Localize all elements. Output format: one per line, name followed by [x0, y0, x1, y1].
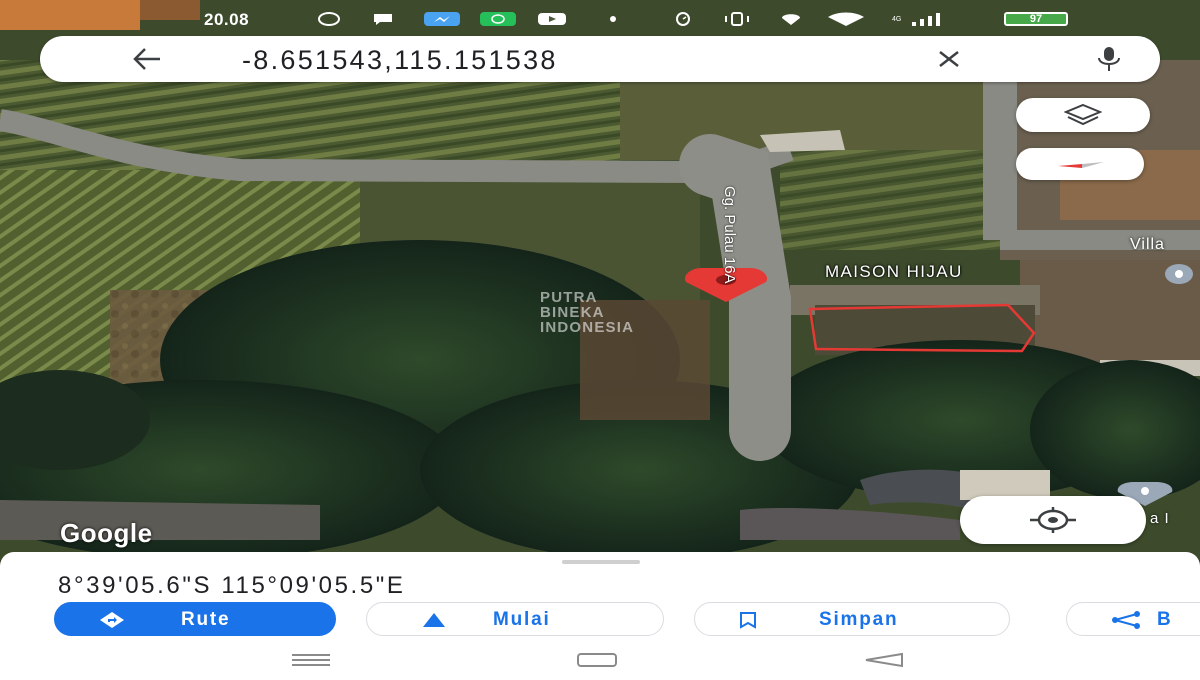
bookmark-icon: [740, 612, 756, 629]
battery-indicator: 97: [1004, 12, 1068, 26]
menu-icon[interactable]: [290, 652, 332, 668]
wifi-icon: [828, 12, 864, 26]
share-label: B: [1157, 609, 1173, 630]
signal-icon: 4G: [892, 13, 940, 26]
place-label-villa[interactable]: Villa: [1130, 236, 1165, 254]
youtube-icon: [538, 13, 566, 25]
notification-dot-icon: [610, 16, 616, 22]
parcel-outline: [808, 303, 1036, 353]
satellite-map[interactable]: Gg. Pulau 16A MAISON HIJAU Villa a I PUT…: [0, 0, 1200, 560]
clear-icon[interactable]: [936, 46, 962, 72]
back-arrow-icon[interactable]: [132, 46, 162, 72]
road-label: Gg. Pulau 16A: [721, 186, 738, 284]
satellite-imagery: [0, 0, 1200, 560]
watermark-line-3: INDONESIA: [540, 319, 635, 336]
directions-label: Rute: [181, 609, 231, 630]
alarm-icon: [676, 12, 690, 26]
search-bar[interactable]: -8.651543,115.151538: [40, 36, 1160, 82]
my-location-button[interactable]: [960, 496, 1146, 544]
watermark: PUTRA BINEKA INDONESIA: [540, 290, 634, 335]
start-label: Mulai: [493, 609, 551, 630]
google-attribution: Google: [60, 518, 153, 548]
directions-button[interactable]: Rute: [54, 602, 336, 636]
whatsapp-icon: [480, 12, 516, 26]
status-bar: 20.08 4G 97: [0, 0, 1200, 36]
coordinates-title: 8°39'05.6"S 115°09'05.5"E: [58, 572, 406, 599]
navigation-arrow-icon: [423, 613, 445, 627]
layers-icon: [1064, 103, 1102, 126]
microphone-icon[interactable]: [1094, 44, 1124, 74]
messenger-icon: [318, 12, 340, 26]
watermark-line-1: PUTRA: [540, 289, 598, 306]
sheet-drag-handle[interactable]: [562, 560, 640, 564]
save-label: Simpan: [819, 609, 899, 630]
compass-button[interactable]: [1016, 148, 1144, 180]
svg-text:4G: 4G: [892, 16, 901, 23]
share-button[interactable]: B: [1066, 602, 1200, 636]
compass-icon: [1058, 162, 1104, 168]
save-button[interactable]: Simpan: [694, 602, 1010, 636]
messenger-app-icon: [424, 12, 460, 26]
system-navigation-bar: [0, 640, 1200, 680]
status-time: 20.08: [204, 10, 250, 29]
chat-icon: [374, 14, 392, 25]
share-icon: [1112, 611, 1140, 629]
place-marker-icon[interactable]: [1164, 262, 1194, 292]
directions-icon: [100, 612, 124, 628]
home-icon[interactable]: [576, 652, 618, 668]
place-label-maison-hijau[interactable]: MAISON HIJAU: [825, 262, 963, 282]
watermark-line-2: BINEKA: [540, 304, 605, 321]
location-icon: [782, 14, 800, 25]
back-nav-icon[interactable]: [862, 652, 904, 668]
start-button[interactable]: Mulai: [366, 602, 664, 636]
search-input[interactable]: -8.651543,115.151538: [242, 45, 558, 76]
layers-button[interactable]: [1016, 98, 1150, 132]
crosshair-icon: [1030, 507, 1076, 533]
vibrate-icon: [725, 12, 749, 26]
place-label-partial[interactable]: a I: [1150, 510, 1170, 527]
